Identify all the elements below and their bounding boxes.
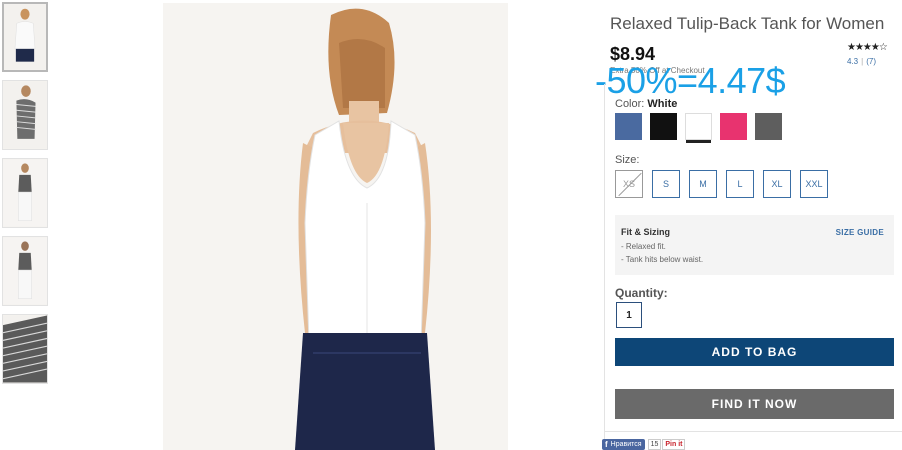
- panel-divider: [604, 84, 605, 450]
- find-it-now-button[interactable]: FIND IT NOW: [615, 389, 894, 419]
- review-count[interactable]: (7): [866, 57, 876, 66]
- swatch-gray[interactable]: [755, 113, 782, 140]
- product-detail-panel: Relaxed Tulip-Back Tank for Women $8.94 …: [595, 0, 902, 450]
- size-m-button[interactable]: M: [689, 170, 717, 198]
- discount-overlay-text: -50%=4.47$: [595, 60, 786, 101]
- product-title: Relaxed Tulip-Back Tank for Women: [610, 14, 885, 33]
- size-s-button[interactable]: S: [652, 170, 680, 198]
- size-xl-button[interactable]: XL: [763, 170, 791, 198]
- fit-title: Fit & Sizing: [621, 227, 670, 237]
- facebook-like-count: 15: [647, 439, 662, 450]
- thumbnail-back-view[interactable]: [2, 2, 48, 72]
- rating-stars: ★★★★☆: [847, 42, 888, 53]
- selected-color: White: [647, 98, 678, 110]
- size-options: XS S M L XL XXL: [615, 170, 837, 198]
- thumbnail-back-full-view[interactable]: [2, 236, 48, 306]
- quantity-label: Quantity:: [615, 286, 668, 300]
- social-buttons: f Нравится 15 Pin it: [602, 439, 686, 450]
- fit-sizing-box: Fit & Sizing SIZE GUIDE - Relaxed fit. -…: [615, 215, 894, 275]
- thumbnail-list: [2, 2, 52, 392]
- swatch-white[interactable]: [685, 113, 712, 140]
- size-xs-button[interactable]: XS: [615, 170, 643, 198]
- size-guide-link[interactable]: SIZE GUIDE: [836, 228, 884, 237]
- size-label: Size:: [615, 154, 640, 166]
- rating-meta[interactable]: 4.3 | (7): [847, 57, 876, 66]
- swatch-black[interactable]: [650, 113, 677, 140]
- rating-value[interactable]: 4.3: [847, 57, 858, 66]
- size-l-button[interactable]: L: [726, 170, 754, 198]
- thumbnail-side-view[interactable]: [2, 80, 48, 150]
- swatch-pink[interactable]: [720, 113, 747, 140]
- thumbnail-detail-view[interactable]: [2, 314, 48, 384]
- add-to-bag-button[interactable]: ADD TO BAG: [615, 338, 894, 366]
- color-label: Color: White: [615, 98, 678, 110]
- fit-line: - Tank hits below waist.: [621, 255, 704, 264]
- panel-bottom-divider: [604, 431, 902, 432]
- size-xxl-button[interactable]: XXL: [800, 170, 828, 198]
- pinterest-button[interactable]: Pin it: [662, 439, 686, 450]
- facebook-icon: f: [605, 440, 608, 449]
- fit-line: - Relaxed fit.: [621, 242, 666, 251]
- swatch-blue[interactable]: [615, 113, 642, 140]
- thumbnail-front-view[interactable]: [2, 158, 48, 228]
- thumbnail-image: [4, 5, 46, 69]
- color-swatches: [615, 113, 790, 140]
- model-back-photo: [163, 3, 508, 450]
- main-product-image: [163, 3, 508, 450]
- facebook-like-button[interactable]: f Нравится: [602, 439, 645, 450]
- quantity-input[interactable]: 1: [616, 302, 642, 328]
